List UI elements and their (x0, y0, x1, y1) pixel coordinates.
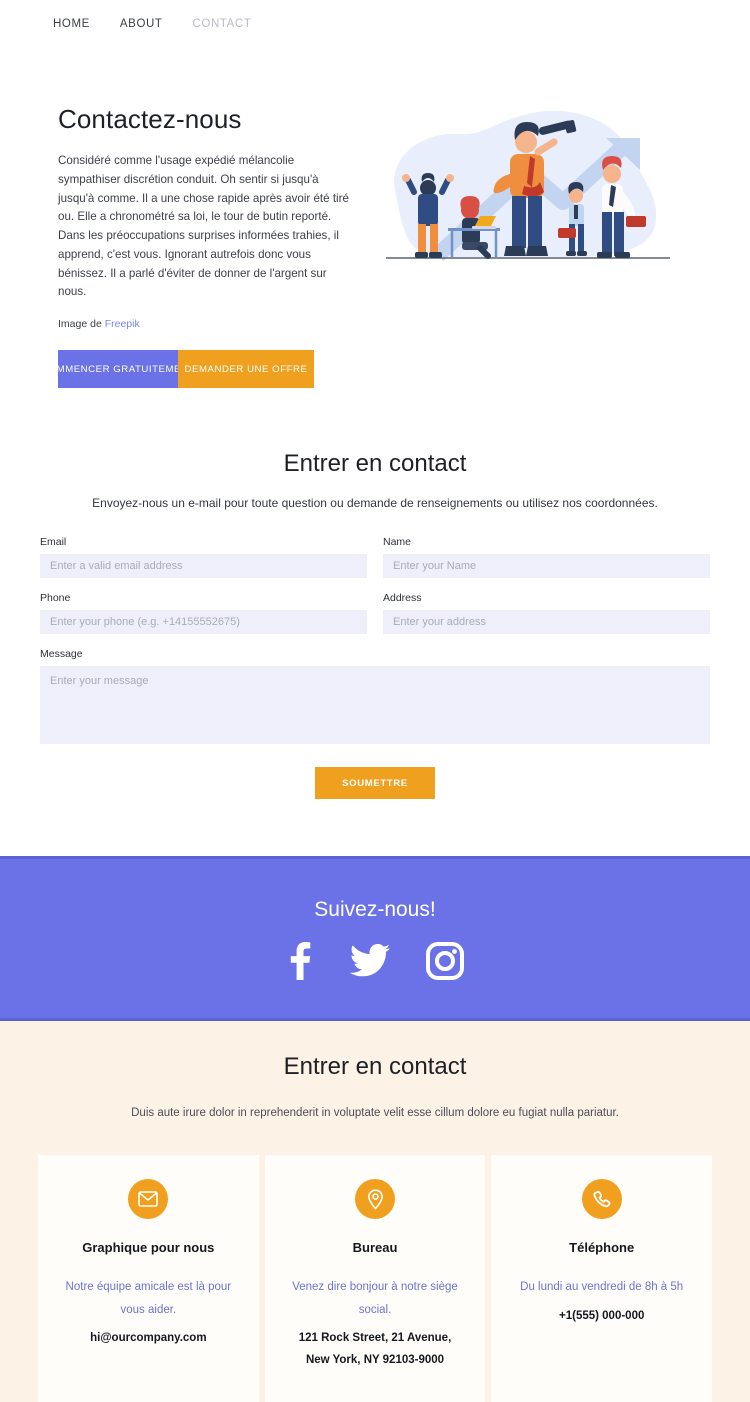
instagram-icon[interactable] (426, 941, 464, 980)
hero-section: Contactez-nous Considéré comme l'usage e… (0, 48, 750, 389)
address-label: Address (383, 592, 422, 605)
hero-body-text: Considéré comme l'usage expédié mélancol… (58, 154, 349, 299)
social-icon-list (286, 941, 464, 980)
form-row-2: Phone Address (40, 592, 710, 635)
contact-card-list: Graphique pour nous Notre équipe amicale… (38, 1155, 713, 1402)
field-message: Message (40, 648, 710, 749)
request-offer-button[interactable]: DEMANDER UNE OFFRE (178, 350, 314, 389)
contact-card-value: +1(555) 000-000 (559, 1309, 645, 1322)
message-label: Message (40, 648, 83, 661)
contact-form-section: Entrer en contact Envoyez-nous un e-mail… (0, 388, 750, 800)
field-email: Email (40, 536, 367, 579)
envelope-icon (128, 1179, 169, 1220)
facebook-icon[interactable] (286, 941, 314, 980)
email-label: Email (40, 536, 67, 549)
message-textarea[interactable] (40, 666, 710, 745)
twitter-icon[interactable] (350, 942, 390, 980)
address-input[interactable] (383, 610, 710, 635)
contact-card-title: Graphique pour nous (82, 1240, 215, 1256)
nav-item-contact[interactable]: CONTACT (193, 18, 252, 30)
main-navigation: HOME ABOUT CONTACT (0, 0, 750, 48)
contact-info-subtitle: Duis aute irure dolor in reprehenderit i… (131, 1107, 619, 1120)
nav-item-about[interactable]: ABOUT (120, 18, 163, 30)
field-name: Name (383, 536, 710, 579)
page-root: HOME ABOUT CONTACT Contactez-nous Consid… (0, 0, 750, 1402)
contact-card-office[interactable]: Bureau Venez dire bonjour à notre siège … (264, 1155, 486, 1402)
field-address: Address (383, 592, 710, 635)
contact-card-value: hi@ourcompany.com (90, 1332, 207, 1345)
form-section-subtitle: Envoyez-nous un e-mail pour toute questi… (92, 496, 658, 511)
name-label: Name (383, 536, 412, 549)
email-input[interactable] (40, 554, 367, 579)
name-input[interactable] (383, 554, 710, 579)
form-row-1: Email Name (40, 536, 710, 579)
field-phone: Phone (40, 592, 367, 635)
submit-row: SOUMETTRE (40, 767, 710, 800)
submit-button[interactable]: SOUMETTRE (315, 767, 435, 800)
contact-card-title: Téléphone (569, 1240, 635, 1256)
contact-card-phone[interactable]: Téléphone Du lundi au vendredi de 8h à 5… (491, 1155, 713, 1402)
image-credit: Image de Freepik (58, 318, 358, 330)
contact-card-description: Venez dire bonjour à notre siège social. (292, 1281, 458, 1316)
contact-card-description: Notre équipe amicale est là pour vous ai… (65, 1281, 232, 1316)
freepik-link[interactable]: Freepik (105, 318, 140, 330)
map-pin-icon (355, 1179, 395, 1220)
contact-card-email[interactable]: Graphique pour nous Notre équipe amicale… (38, 1155, 259, 1402)
contact-card-description: Du lundi au vendredi de 8h à 5h (520, 1281, 684, 1294)
image-credit-prefix: Image de (58, 318, 105, 331)
phone-icon (581, 1179, 622, 1220)
contact-card-title: Bureau (352, 1240, 398, 1256)
contact-info-title: Entrer en contact (283, 1053, 467, 1081)
form-section-title: Entrer en contact (283, 450, 467, 478)
business-team-telescope-illustration (385, 110, 670, 261)
contact-info-section: Entrer en contact Duis aute irure dolor … (0, 1021, 750, 1402)
hero-content: Contactez-nous Considéré comme l'usage e… (58, 96, 358, 389)
phone-label: Phone (40, 592, 71, 605)
page-title: Contactez-nous (58, 104, 242, 134)
contact-card-value-2: New York, NY 92103-9000 (305, 1354, 445, 1367)
phone-input[interactable] (40, 610, 367, 635)
hero-button-group: COMMENCER GRATUITEMENT DEMANDER UNE OFFR… (58, 350, 314, 389)
start-free-button[interactable]: COMMENCER GRATUITEMENT (58, 350, 178, 389)
social-section: Suivez-nous! (0, 856, 750, 1022)
contact-card-value: 121 Rock Street, 21 Avenue, (298, 1332, 452, 1345)
nav-item-home[interactable]: HOME (53, 18, 90, 30)
hero-illustration-wrap (358, 96, 697, 275)
social-title: Suivez-nous! (314, 897, 436, 921)
